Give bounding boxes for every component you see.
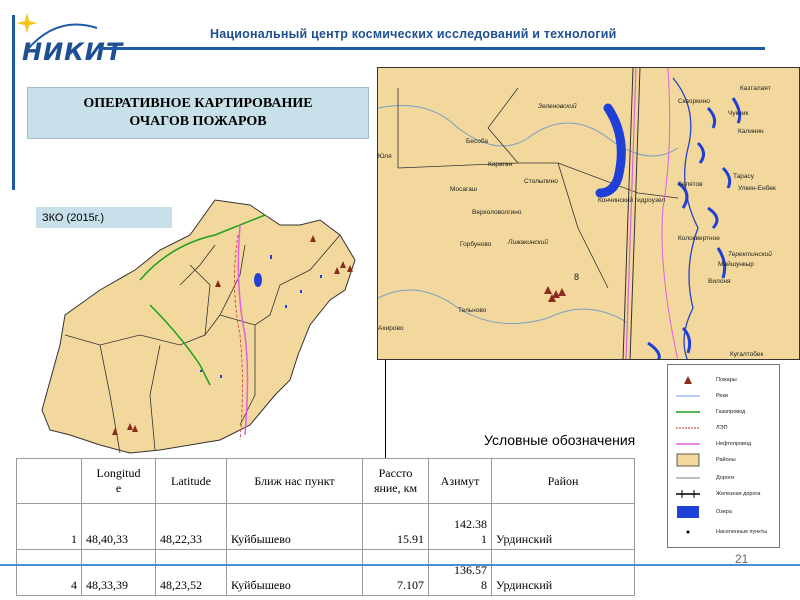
cell-index: 4 — [16, 549, 82, 596]
map-place: Горбуново — [460, 240, 492, 248]
map-legend: Пожары Реки Газопровод ЛЭП Нефтепровод Р… — [667, 364, 780, 548]
legend-item: Пожары — [674, 373, 779, 387]
map-place: Улкен-Енбек — [738, 184, 776, 192]
map-place: Лижакинский — [507, 238, 548, 246]
map-place: Кугалтобек — [730, 350, 763, 358]
cell-place: Куйбышево — [226, 549, 363, 596]
legend-item: Железная дорога — [674, 487, 779, 501]
map-label: 8 — [574, 272, 579, 282]
footer-line — [0, 564, 800, 566]
cell-longitude: 48,33,39 — [81, 549, 156, 596]
cell-azimuth: 142.38 1 — [428, 503, 492, 550]
fire-icon — [674, 373, 702, 387]
col-header-nearest-place: Ближ нас пункт — [226, 458, 363, 504]
header-line — [100, 47, 765, 50]
map-place: Колоквертное — [678, 235, 720, 242]
map-place: Тарасу — [733, 173, 755, 180]
legend-item: Районы — [674, 453, 779, 467]
power-line-icon — [674, 421, 702, 435]
logo-text: НИКИТ — [22, 38, 124, 66]
legend-item: Дороги — [674, 471, 779, 485]
cell-latitude: 48,22,33 — [155, 503, 227, 550]
railway-icon — [674, 487, 702, 501]
col-header-distance: Рассто яние, км — [362, 458, 429, 504]
col-header-latitude: Latitude — [155, 458, 227, 504]
col-header-azimuth: Азимут — [428, 458, 492, 504]
detail-map: Зеленовский Бесоба Караган Столыпино Мос… — [377, 67, 800, 360]
region-map — [41, 199, 356, 454]
map-place: Скворкино — [678, 98, 710, 105]
oil-pipeline-icon — [674, 437, 702, 451]
map-place: Казталаят — [740, 85, 771, 92]
cell-azimuth: 136.57 8 — [428, 549, 492, 596]
legend-item: Населенные пункты — [674, 525, 779, 539]
cell-place: Куйбышево — [226, 503, 363, 550]
org-title: Национальный центр космических исследова… — [210, 27, 617, 41]
cell-latitude: 48,23,52 — [155, 549, 227, 596]
map-place: Тельново — [458, 307, 487, 314]
cell-district: Урдинский — [491, 549, 635, 596]
fires-table: Longitud e Latitude Ближ нас пункт Расст… — [16, 458, 635, 596]
river-icon — [674, 389, 702, 403]
legend-item: Нефтепровод — [674, 437, 779, 451]
cell-distance: 7.107 — [362, 549, 429, 596]
lake-icon — [674, 505, 702, 519]
map-place: Калинин — [738, 128, 764, 135]
map-place: Вилоня — [708, 278, 731, 285]
legend-item: Газопровод — [674, 405, 779, 419]
page-number: 21 — [735, 552, 749, 566]
gas-pipeline-icon — [674, 405, 702, 419]
cell-district: Урдинский — [491, 503, 635, 550]
map-place: Караган — [488, 161, 512, 168]
road-icon — [674, 471, 702, 485]
map-place: Чукчик — [728, 110, 748, 117]
region-label: ЗКО (2015г.) — [36, 207, 172, 228]
cell-longitude: 48,40,33 — [81, 503, 156, 550]
legend-caption: Условные обозначения — [484, 432, 636, 448]
map-place: Майшункыр — [718, 260, 754, 268]
col-header-longitude: Longitud e — [81, 458, 156, 504]
col-header-index — [16, 458, 82, 504]
map-place: Столыпино — [524, 178, 558, 185]
district-icon — [674, 453, 702, 467]
slide-title-box: ОПЕРАТИВНОЕ КАРТИРОВАНИЕ ОЧАГОВ ПОЖАРОВ — [27, 87, 369, 139]
settlement-icon — [674, 525, 702, 539]
map-place: Ахирово — [378, 325, 404, 332]
map-place: Зеленовский — [538, 102, 577, 110]
map-place: Юля — [378, 153, 392, 160]
map-place: Теректинский — [728, 250, 772, 258]
col-header-district: Район — [491, 458, 635, 504]
map-place: Зелятов — [678, 181, 703, 188]
slide-title: ОПЕРАТИВНОЕ КАРТИРОВАНИЕ ОЧАГОВ ПОЖАРОВ — [83, 96, 313, 129]
legend-item: ЛЭП — [674, 421, 779, 435]
table-row: 4 48,33,39 48,23,52 Куйбышево 7.107 136.… — [16, 549, 635, 596]
map-place: Бесоба — [466, 137, 488, 145]
divider — [385, 360, 386, 460]
map-place: Мосагаш — [450, 186, 477, 193]
map-place: Кончинский гидроузел — [598, 196, 665, 204]
cell-index: 1 — [16, 503, 82, 550]
legend-item: Озера — [674, 505, 779, 519]
legend-item: Реки — [674, 389, 779, 403]
table-row: 1 48,40,33 48,22,33 Куйбышево 15.91 142.… — [16, 503, 635, 550]
cell-distance: 15.91 — [362, 503, 429, 550]
detail-map-canvas: Зеленовский Бесоба Караган Столыпино Мос… — [378, 68, 776, 359]
table-header-row: Longitud e Latitude Ближ нас пункт Расст… — [16, 458, 635, 504]
map-place: Верхоловолгино — [472, 209, 522, 216]
